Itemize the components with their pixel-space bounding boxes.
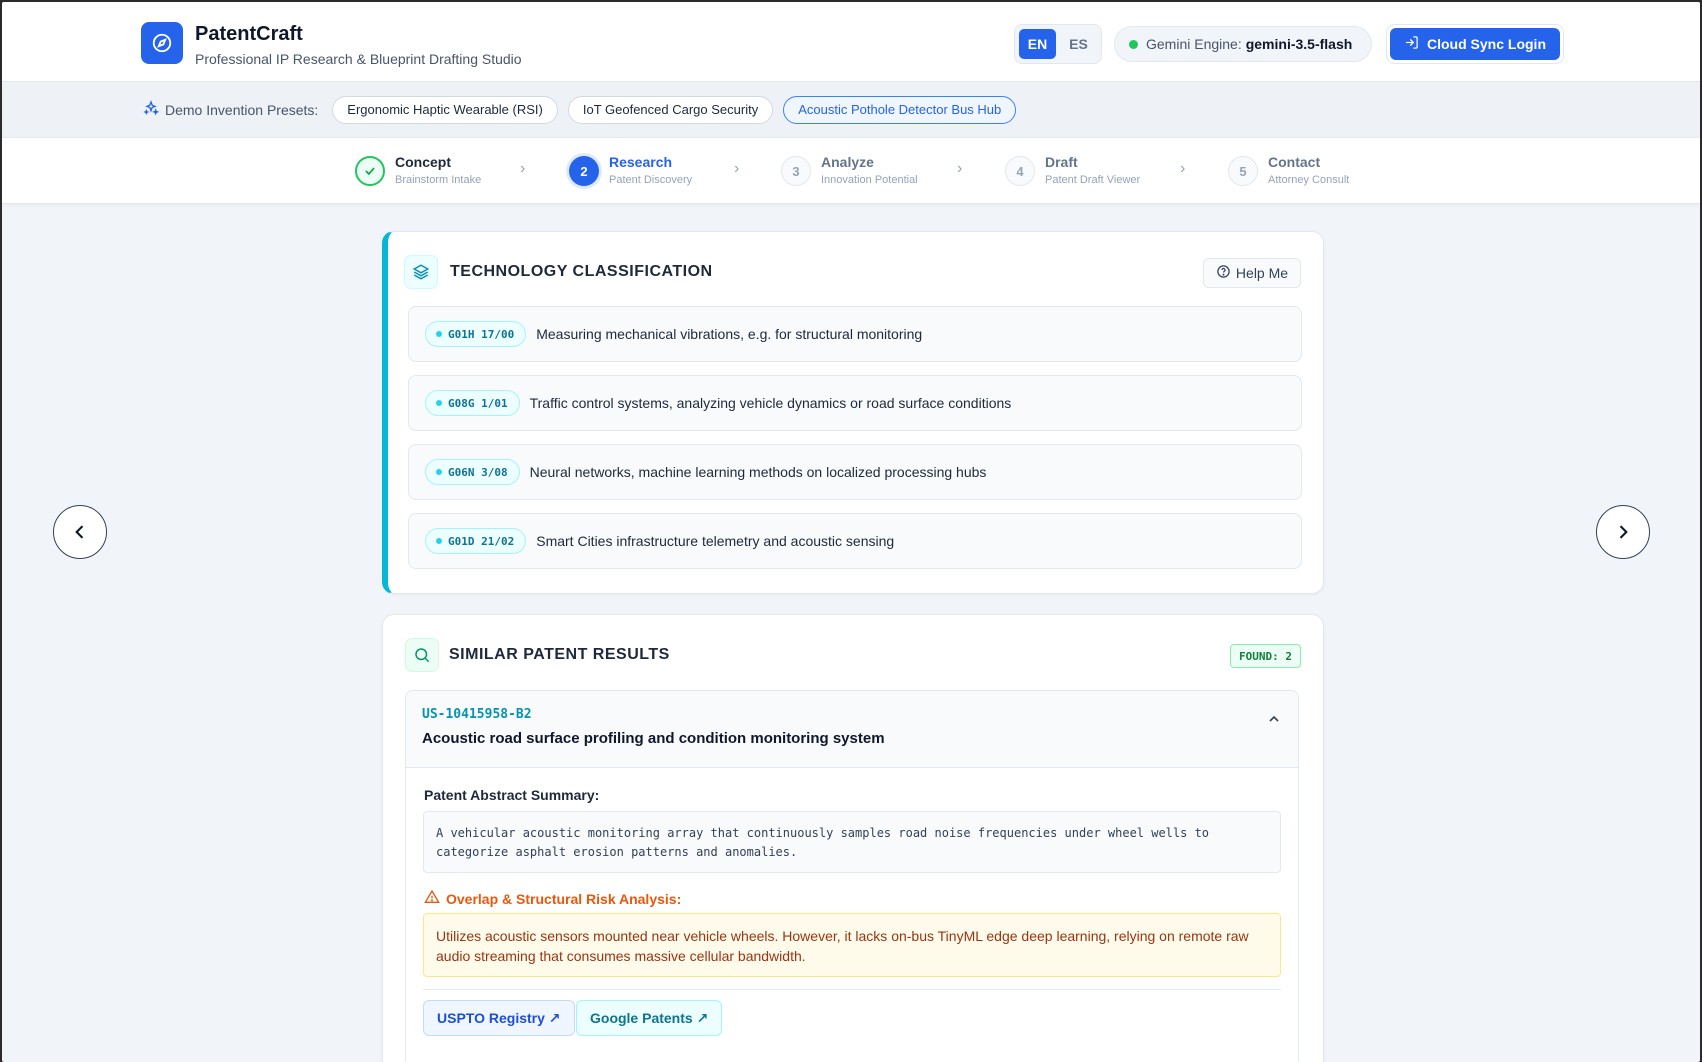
divider: [423, 989, 1281, 990]
patent-result-item: US-10415958-B2 Acoustic road surface pro…: [405, 690, 1299, 1062]
step-contact[interactable]: 5 Contact Attorney Consult: [1228, 154, 1349, 188]
classification-code-badge: G01H 17/00: [425, 321, 527, 347]
code-text: G01D 21/02: [448, 534, 515, 548]
chevron-up-icon[interactable]: [1266, 711, 1282, 732]
workflow-stepper: Concept Brainstorm Intake › 2 Research P…: [2, 138, 1700, 204]
similar-patent-results-card: SIMILAR PATENT RESULTS FOUND: 2 US-10415…: [382, 614, 1324, 1062]
step-desc: Innovation Potential: [821, 174, 918, 186]
step-name: Analyze: [821, 154, 874, 170]
abstract-text: A vehicular acoustic monitoring array th…: [423, 811, 1281, 873]
step-desc: Patent Draft Viewer: [1045, 174, 1141, 186]
preset-chip-pothole-detector[interactable]: Acoustic Pothole Detector Bus Hub: [783, 95, 1017, 124]
chevron-right-icon: ›: [1180, 160, 1186, 177]
classification-row: G01D 21/02 Smart Cities infrastructure t…: [408, 513, 1302, 569]
sparkles-icon: [143, 100, 160, 119]
classification-code-badge: G01D 21/02: [425, 528, 527, 554]
patent-id: US-10415958-B2: [422, 707, 532, 722]
found-count-badge: FOUND: 2: [1230, 644, 1301, 668]
search-icon: [405, 638, 439, 672]
dot-icon: [436, 469, 442, 475]
demo-presets-bar: Demo Invention Presets: Ergonomic Haptic…: [2, 82, 1700, 138]
step-name: Research: [609, 154, 673, 170]
step-number: 4: [1005, 156, 1035, 186]
lang-es-button[interactable]: ES: [1060, 29, 1097, 59]
step-analyze[interactable]: 3 Analyze Innovation Potential: [781, 154, 918, 188]
engine-value: gemini-3.5-flash: [1245, 36, 1353, 52]
preset-chip-haptic-wearable[interactable]: Ergonomic Haptic Wearable (RSI): [332, 95, 558, 124]
chevron-right-icon: [1619, 525, 1628, 539]
classification-desc: Neural networks, machine learning method…: [529, 464, 987, 480]
app-title: PatentCraft: [195, 23, 303, 45]
step-desc: Patent Discovery: [609, 174, 693, 186]
technology-classification-card: TECHNOLOGY CLASSIFICATION Help Me G01H 1…: [382, 231, 1324, 594]
compass-logo-icon: [141, 22, 183, 64]
lang-en-button[interactable]: EN: [1019, 29, 1056, 59]
next-arrow-button[interactable]: [1596, 505, 1650, 559]
previous-arrow-button[interactable]: [53, 505, 107, 559]
step-name: Concept: [395, 154, 451, 170]
help-me-button[interactable]: Help Me: [1203, 258, 1301, 288]
login-icon: [1404, 35, 1419, 53]
classification-row: G01H 17/00 Measuring mechanical vibratio…: [408, 306, 1302, 362]
step-desc: Brainstorm Intake: [395, 174, 482, 186]
classification-desc: Smart Cities infrastructure telemetry an…: [536, 533, 895, 549]
layers-icon: [404, 255, 438, 289]
classification-desc: Traffic control systems, analyzing vehic…: [529, 395, 1012, 411]
abstract-label: Patent Abstract Summary:: [424, 787, 600, 803]
tech-card-title: TECHNOLOGY CLASSIFICATION: [450, 263, 713, 280]
patent-result-header[interactable]: US-10415958-B2 Acoustic road surface pro…: [406, 691, 1298, 768]
step-concept[interactable]: Concept Brainstorm Intake: [355, 154, 481, 188]
risk-label-text: Overlap & Structural Risk Analysis:: [446, 890, 682, 907]
chevron-right-icon: ›: [734, 160, 740, 177]
app-subtitle: Professional IP Research & Blueprint Dra…: [195, 51, 522, 67]
similar-card-title: SIMILAR PATENT RESULTS: [449, 646, 670, 663]
step-number: 3: [781, 156, 811, 186]
code-text: G06N 3/08: [448, 465, 508, 479]
engine-label: Gemini Engine:: [1146, 36, 1242, 52]
chevron-left-icon: [75, 525, 84, 539]
step-number: 2: [569, 156, 599, 186]
step-name: Draft: [1045, 154, 1078, 170]
code-text: G01H 17/00: [448, 327, 515, 341]
cloud-sync-label: Cloud Sync Login: [1427, 36, 1546, 52]
risk-analysis-label: Overlap & Structural Risk Analysis:: [424, 889, 681, 908]
presets-label-text: Demo Invention Presets:: [165, 101, 319, 118]
dot-icon: [436, 400, 442, 406]
classification-desc: Measuring mechanical vibrations, e.g. fo…: [536, 326, 923, 342]
cloud-sync-login-button[interactable]: Cloud Sync Login: [1386, 24, 1564, 64]
presets-label: Demo Invention Presets:: [143, 100, 318, 119]
step-name: Contact: [1268, 154, 1321, 170]
step-desc: Attorney Consult: [1268, 174, 1350, 186]
dot-icon: [436, 538, 442, 544]
warning-triangle-icon: [424, 889, 440, 908]
language-toggle: EN ES: [1014, 24, 1102, 64]
check-icon: [355, 156, 385, 186]
step-draft[interactable]: 4 Draft Patent Draft Viewer: [1005, 154, 1140, 188]
classification-code-badge: G06N 3/08: [425, 459, 520, 485]
app-window: PatentCraft Professional IP Research & B…: [2, 2, 1700, 1062]
classification-row: G08G 1/01 Traffic control systems, analy…: [408, 375, 1302, 431]
risk-analysis-text: Utilizes acoustic sensors mounted near v…: [423, 913, 1281, 977]
help-me-label: Help Me: [1235, 265, 1289, 281]
uspto-registry-link[interactable]: USPTO Registry ↗: [423, 1000, 575, 1036]
code-text: G08G 1/01: [448, 396, 508, 410]
step-research[interactable]: 2 Research Patent Discovery: [569, 154, 692, 188]
engine-status-pill: Gemini Engine: gemini-3.5-flash: [1114, 26, 1372, 62]
dot-icon: [436, 331, 442, 337]
chevron-right-icon: ›: [520, 160, 526, 177]
chevron-right-icon: ›: [957, 160, 963, 177]
help-circle-icon: [1216, 264, 1231, 282]
top-header: PatentCraft Professional IP Research & B…: [2, 2, 1700, 82]
google-patents-link[interactable]: Google Patents ↗: [576, 1000, 723, 1036]
patent-title: Acoustic road surface profiling and cond…: [422, 730, 885, 747]
preset-chip-cargo-security[interactable]: IoT Geofenced Cargo Security: [567, 95, 774, 124]
classification-row: G06N 3/08 Neural networks, machine learn…: [408, 444, 1302, 500]
classification-code-badge: G08G 1/01: [425, 390, 520, 416]
status-dot-icon: [1129, 39, 1138, 49]
step-number: 5: [1228, 156, 1258, 186]
